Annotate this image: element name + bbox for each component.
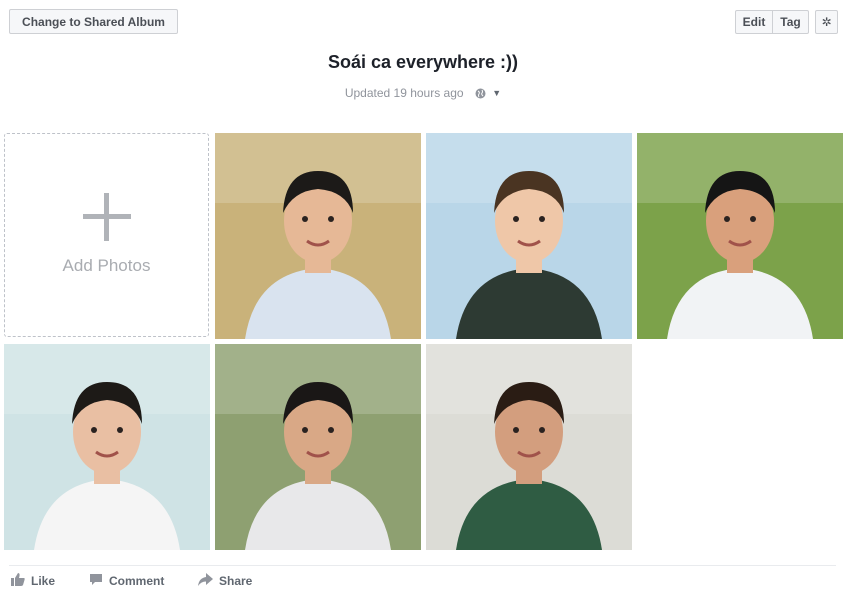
share-button[interactable]: Share (198, 573, 252, 589)
album-title: Soái ca everywhere :)) (327, 52, 519, 72)
thumbs-up-icon (11, 573, 25, 589)
comment-icon (89, 573, 103, 589)
updated-text: Updated 19 hours ago (344, 86, 464, 100)
like-button[interactable]: Like (11, 573, 55, 589)
photo-3[interactable] (637, 133, 843, 339)
comment-button[interactable]: Comment (89, 573, 164, 589)
gear-icon: ✲ (821, 15, 832, 29)
tag-button[interactable]: Tag (772, 10, 809, 34)
edit-button[interactable]: Edit (735, 10, 773, 34)
photo-2[interactable] (426, 133, 632, 339)
share-label: Share (219, 574, 253, 588)
photo-6[interactable] (426, 344, 632, 550)
photo-1[interactable] (215, 133, 421, 339)
comment-label: Comment (109, 574, 165, 588)
photo-4[interactable] (4, 344, 210, 550)
plus-icon-bar (83, 214, 131, 219)
add-photos-tile[interactable]: Add Photos (4, 133, 209, 337)
like-label: Like (31, 574, 56, 588)
divider (9, 565, 836, 566)
add-photos-label: Add Photos (62, 256, 151, 275)
globe-icon[interactable] (475, 88, 486, 102)
share-icon (198, 573, 213, 589)
settings-button[interactable]: ✲ (815, 10, 838, 34)
album-updated-info: Updated 19 hours ago ▼ (0, 86, 846, 102)
privacy-dropdown-icon[interactable]: ▼ (492, 88, 501, 98)
photo-5[interactable] (215, 344, 421, 550)
change-to-shared-album-button[interactable]: Change to Shared Album (9, 9, 178, 34)
